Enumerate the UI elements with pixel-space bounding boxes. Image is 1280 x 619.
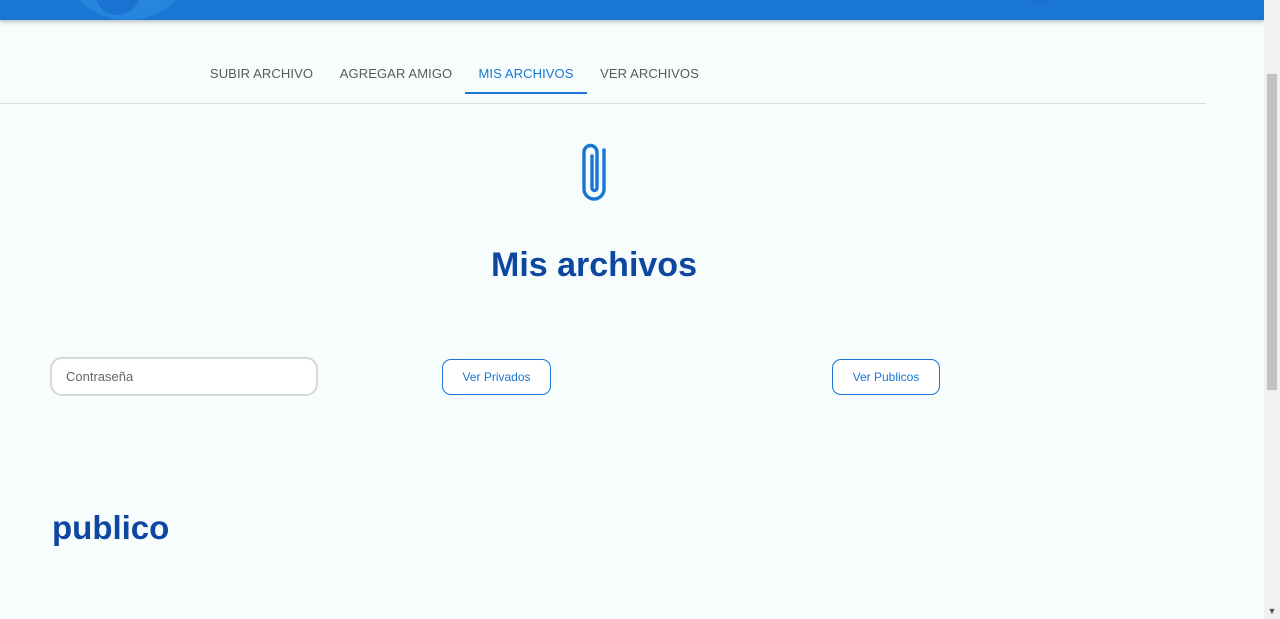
page-title: Mis archivos	[491, 246, 697, 284]
ver-publicos-button[interactable]: Ver Publicos	[832, 359, 940, 395]
section-title: publico	[52, 509, 170, 546]
tab-subir-archivo[interactable]: SUBIR ARCHIVO	[197, 52, 326, 94]
tab-mis-archivos[interactable]: MIS ARCHIVOS	[465, 52, 587, 94]
ver-privados-button[interactable]: Ver Privados	[442, 359, 551, 395]
app-bar	[0, 0, 1264, 20]
tab-bar: SUBIR ARCHIVO AGREGAR AMIGO MIS ARCHIVOS…	[0, 52, 1206, 104]
tab-ver-archivos[interactable]: VER ARCHIVOS	[587, 52, 712, 94]
paperclip-icon	[582, 143, 606, 201]
password-input[interactable]	[50, 357, 318, 396]
scrollbar-thumb[interactable]	[1267, 74, 1277, 390]
scrollbar[interactable]: ▼	[1264, 0, 1280, 619]
chevron-down-icon[interactable]: ▼	[1264, 603, 1280, 619]
avatar[interactable]	[1020, 0, 1060, 2]
page: SUBIR ARCHIVO AGREGAR AMIGO MIS ARCHIVOS…	[0, 0, 1264, 619]
tab-agregar-amigo[interactable]: AGREGAR AMIGO	[327, 52, 465, 94]
